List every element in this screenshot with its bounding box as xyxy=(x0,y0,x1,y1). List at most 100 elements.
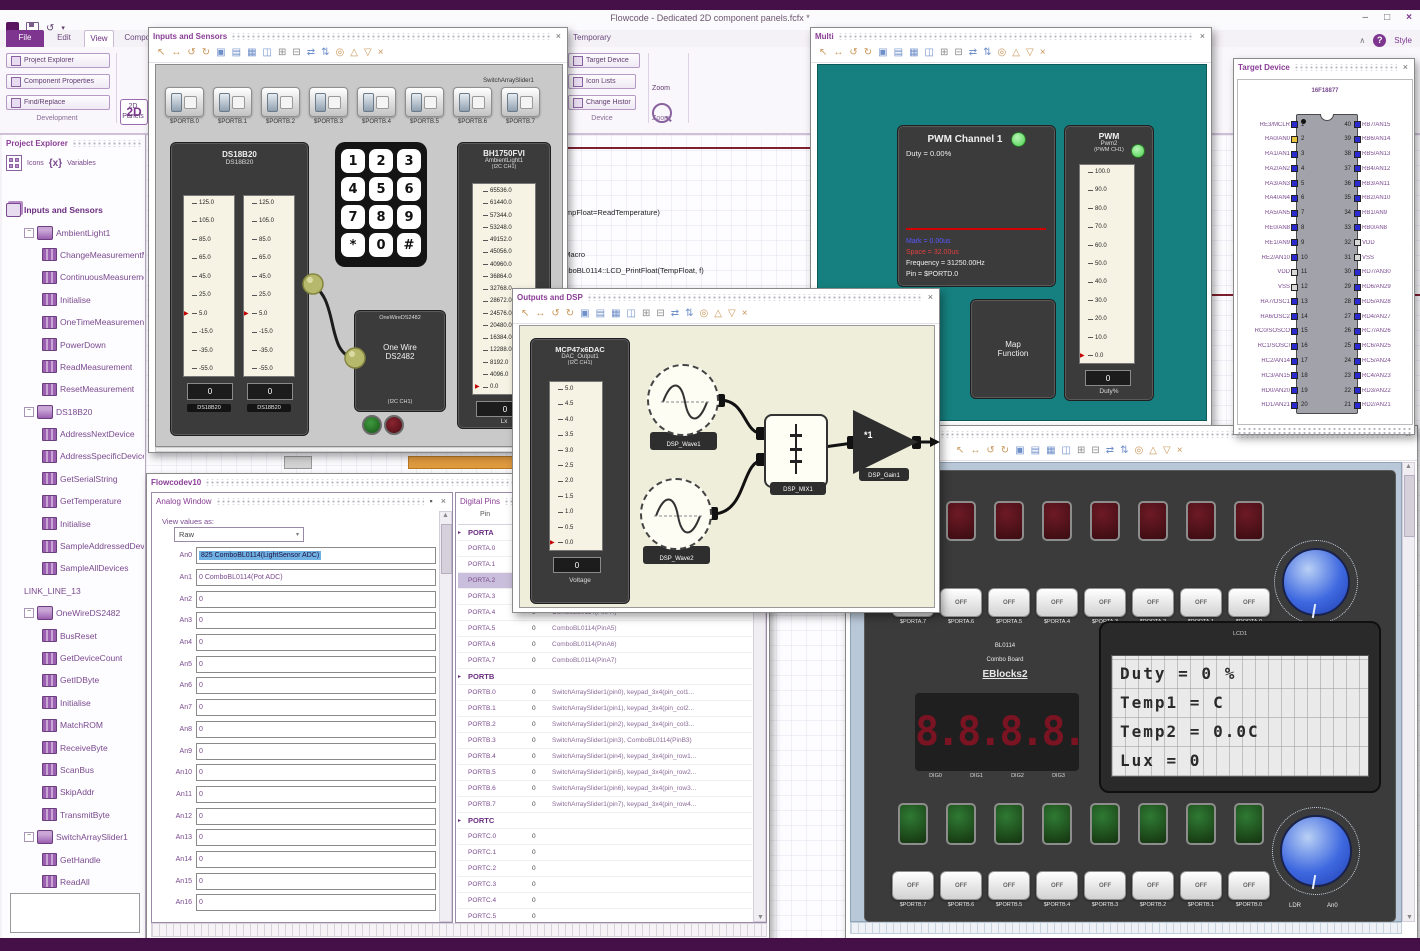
target-window-titlebar[interactable]: Target Device × xyxy=(1234,59,1414,75)
close-tool-icon[interactable]: × xyxy=(378,48,384,58)
swap-v-icon[interactable]: ⇅ xyxy=(685,309,693,319)
digital-pin-row[interactable]: PORTB.7 0 SwitchArraySlider1(pin7), keypad… xyxy=(458,797,752,813)
pan-icon[interactable]: ↔ xyxy=(833,48,843,58)
pin-pad[interactable] xyxy=(1291,209,1298,217)
off-button[interactable]: OFF xyxy=(1132,871,1174,900)
analog-value-field[interactable]: 0 xyxy=(196,742,436,760)
board-hscrollbar[interactable] xyxy=(850,922,1402,934)
expander-icon[interactable]: − xyxy=(24,608,34,619)
analog-value-field[interactable]: 0 xyxy=(196,612,436,630)
green-led-icon[interactable] xyxy=(994,803,1024,845)
grid-icon[interactable]: ▦ xyxy=(611,309,620,319)
pot-knob[interactable] xyxy=(1274,540,1358,624)
close-tool-icon[interactable]: × xyxy=(1040,48,1046,58)
up-tri-icon[interactable]: △ xyxy=(714,309,722,319)
tree-item[interactable]: GetTemperature xyxy=(4,490,144,512)
off-button[interactable]: OFF xyxy=(1180,871,1222,900)
swap-v-icon[interactable]: ⇅ xyxy=(321,48,329,58)
tree-item[interactable]: PowerDown xyxy=(4,333,144,355)
digital-pin-row[interactable]: PORTC.4 0 xyxy=(458,893,752,909)
up-tri-icon[interactable]: △ xyxy=(1149,446,1157,456)
pin-pad[interactable] xyxy=(1354,209,1361,217)
tree-item[interactable]: ResetMeasurement xyxy=(4,378,144,400)
pin-pad[interactable] xyxy=(1354,239,1361,247)
pin-pad[interactable] xyxy=(1291,135,1298,143)
target-icon[interactable]: ◎ xyxy=(1135,446,1144,456)
pin-pad[interactable] xyxy=(1291,283,1298,291)
close-icon[interactable]: × xyxy=(439,496,448,506)
pin-pad[interactable] xyxy=(1354,387,1361,395)
analog-value-field[interactable]: 0 ComboBL0114(Pot ADC) xyxy=(196,569,436,587)
inputs-sensors-window[interactable]: Inputs and Sensors × ↖ ↔ ↺ ↻ ▣ ▤ ▦ ◫ ⊞ ⊟ ⇄ ⇅ ◎ △ ▽ × Sw… xyxy=(148,27,568,453)
map-function-block[interactable]: Map Function xyxy=(970,299,1056,399)
up-tri-icon[interactable]: △ xyxy=(1012,48,1020,58)
tree-item[interactable]: BusReset xyxy=(4,624,144,646)
digital-port-group[interactable]: ▸ PORTB xyxy=(458,669,752,685)
split-icon[interactable]: ◫ xyxy=(925,48,934,58)
green-led-icon[interactable] xyxy=(1138,803,1168,845)
off-button[interactable]: OFF xyxy=(988,871,1030,900)
analog-window-titlebar[interactable]: Analog Window ▪ × xyxy=(152,493,452,509)
pin-pad[interactable] xyxy=(1291,165,1298,173)
pin-pad[interactable] xyxy=(1291,401,1298,409)
pin-pad[interactable] xyxy=(1291,327,1298,335)
off-button[interactable]: OFF xyxy=(1036,588,1078,617)
pin-pad[interactable] xyxy=(1291,313,1298,321)
tab-edit[interactable]: Edit xyxy=(48,30,80,47)
remove-icon[interactable]: ⊟ xyxy=(1091,446,1099,456)
analog-value-field[interactable]: 0 xyxy=(196,829,436,847)
pan-icon[interactable]: ↔ xyxy=(171,48,181,58)
pin-pad[interactable] xyxy=(1354,327,1361,335)
tree-item[interactable]: GetSerialString xyxy=(4,468,144,490)
ribbon-toggle-target-device[interactable]: Target Device xyxy=(568,53,640,68)
analog-value-field[interactable]: 0 xyxy=(196,634,436,652)
dsp-gain-block[interactable] xyxy=(853,410,918,474)
off-button[interactable]: OFF xyxy=(940,588,982,617)
red-led-icon[interactable] xyxy=(1138,501,1168,541)
analog-vscrollbar[interactable]: ▲ xyxy=(439,511,452,922)
pin-pad[interactable] xyxy=(1291,372,1298,380)
digital-pin-row[interactable]: PORTA.7 0 ComboBL0114(PinA7) xyxy=(458,653,752,669)
pin-pad[interactable] xyxy=(1291,121,1298,128)
pin-pad[interactable] xyxy=(1291,268,1298,276)
pin-pad[interactable] xyxy=(1291,254,1298,262)
tree-item[interactable]: LINK_LINE_13 xyxy=(4,580,144,602)
pan-icon[interactable]: ↔ xyxy=(970,446,980,456)
analog-value-field[interactable]: 0 xyxy=(196,590,436,608)
close-icon[interactable]: × xyxy=(554,31,563,41)
off-button[interactable]: OFF xyxy=(1036,871,1078,900)
scroll-down-icon[interactable]: ▼ xyxy=(757,914,764,921)
tree-item[interactable]: SampleAllDevices xyxy=(4,557,144,579)
off-button[interactable]: OFF xyxy=(1084,871,1126,900)
digital-pin-row[interactable]: PORTA.5 0 ComboBL0114(PinA5) xyxy=(458,621,752,637)
box-select-icon[interactable]: ▣ xyxy=(580,309,589,319)
analog-value-field[interactable]: 0 xyxy=(196,872,436,890)
close-tool-icon[interactable]: × xyxy=(1177,446,1183,456)
tree-item[interactable]: ReadMeasurement xyxy=(4,356,144,378)
pin-pad[interactable] xyxy=(1291,150,1298,158)
digital-pin-row[interactable]: PORTB.1 0 SwitchArraySlider1(pin1), keypad… xyxy=(458,701,752,717)
dsp-wave1-block[interactable] xyxy=(647,364,719,436)
down-tri-icon[interactable]: ▽ xyxy=(1026,48,1034,58)
ribbon-toggle-icon-lists[interactable]: Icon Lists xyxy=(568,74,636,89)
down-tri-icon[interactable]: ▽ xyxy=(1163,446,1171,456)
layers-icon[interactable]: ▤ xyxy=(1031,446,1040,456)
close-tool-icon[interactable]: × xyxy=(742,309,748,319)
digital-pin-row[interactable]: PORTB.4 0 SwitchArraySlider1(pin4), keypad… xyxy=(458,749,752,765)
off-button[interactable]: OFF xyxy=(892,871,934,900)
add-icon[interactable]: ⊞ xyxy=(1077,446,1085,456)
tree-item[interactable]: ScanBus xyxy=(4,759,144,781)
tree-item[interactable]: MatchROM xyxy=(4,714,144,736)
tree-item[interactable]: GetHandle xyxy=(4,848,144,870)
inputs-hscrollbar[interactable] xyxy=(155,447,563,452)
pin-pad[interactable] xyxy=(1354,342,1361,350)
undo-icon[interactable]: ↺ xyxy=(187,48,195,58)
pin-pad[interactable] xyxy=(1354,313,1361,321)
analog-value-field[interactable]: 0 xyxy=(196,894,436,912)
pin-pad[interactable] xyxy=(1354,165,1361,173)
pin-pad[interactable] xyxy=(1291,387,1298,395)
pan-icon[interactable]: ↔ xyxy=(535,309,545,319)
pin-pad[interactable] xyxy=(1354,254,1361,262)
green-led-icon[interactable] xyxy=(362,415,382,435)
down-tri-icon[interactable]: ▽ xyxy=(364,48,372,58)
